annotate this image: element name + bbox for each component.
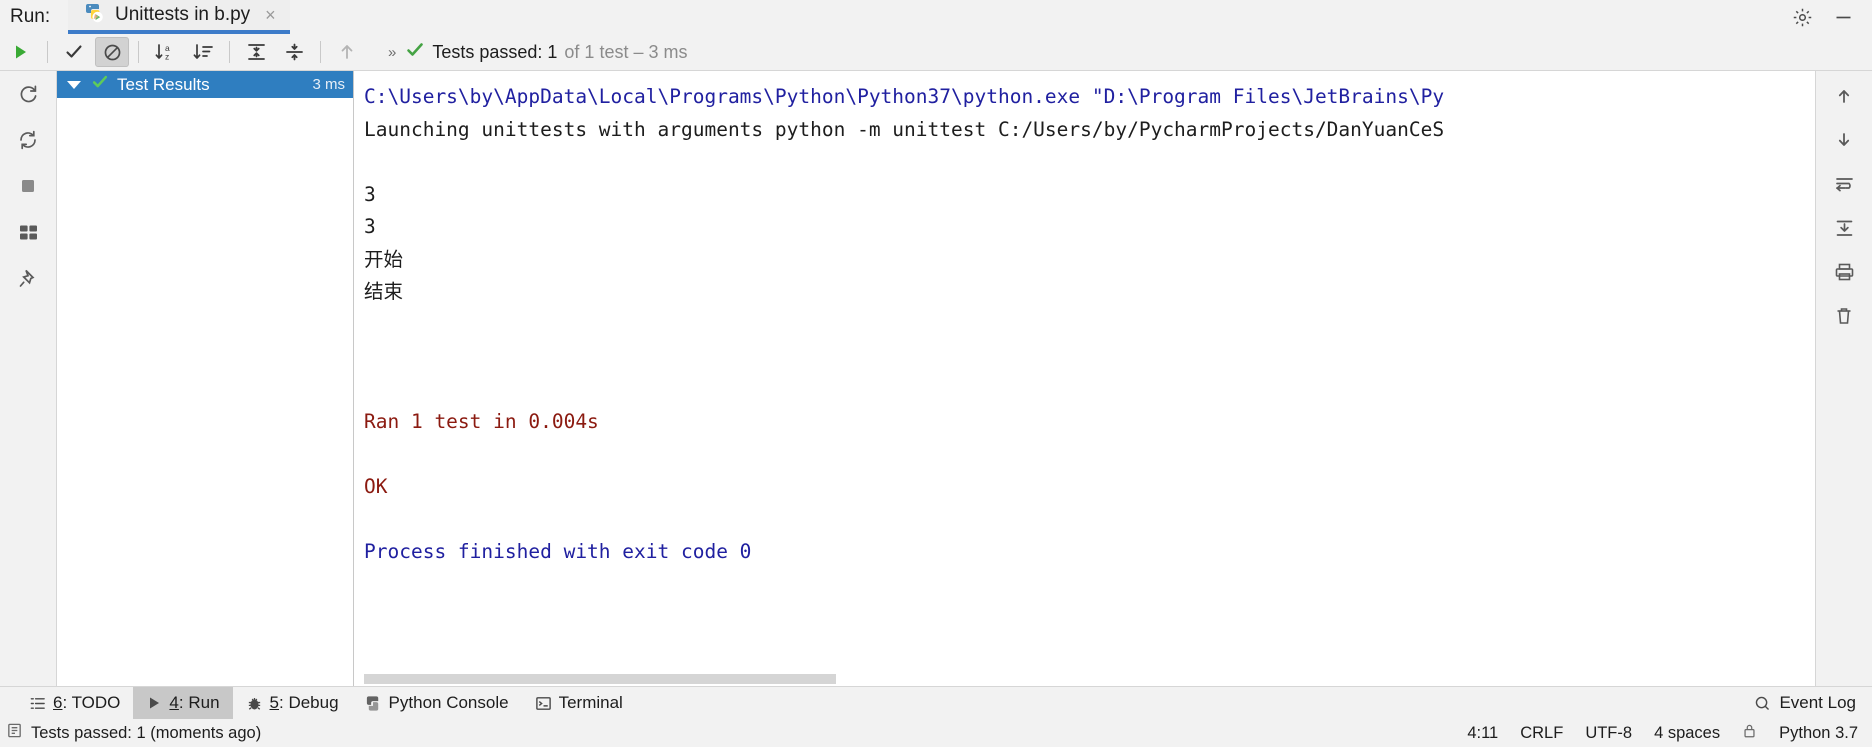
toolbar-separator xyxy=(138,41,139,63)
tab-label: Unittests in b.py xyxy=(115,4,251,25)
console-line: 3 xyxy=(364,182,376,206)
run-play-icon xyxy=(146,695,162,711)
python-interpreter[interactable]: Python 3.7 xyxy=(1779,724,1858,743)
tool-window-label: 5: Debug xyxy=(269,693,339,712)
left-action-rail xyxy=(0,71,57,686)
toolbar-separator xyxy=(229,41,230,63)
pycharm-run-tool-window: Run: Unittests in b.py × a z » Tests pas… xyxy=(0,0,1872,747)
test-status-detail: of 1 test – 3 ms xyxy=(564,41,688,62)
collapse-all-button[interactable] xyxy=(277,37,311,67)
status-indicators: 4:11 CRLF UTF-8 4 spaces Python 3.7 xyxy=(1467,723,1858,744)
stop-icon[interactable] xyxy=(11,171,45,201)
clear-all-icon[interactable] xyxy=(1827,301,1861,331)
file-encoding[interactable]: UTF-8 xyxy=(1585,724,1632,743)
caret-position[interactable]: 4:11 xyxy=(1467,724,1498,743)
console-line: 结束 xyxy=(364,280,404,303)
sort-alphabetically-button[interactable]: a z xyxy=(148,37,182,67)
bottom-tab-run[interactable]: 4: Run xyxy=(133,687,233,719)
debug-bug-icon xyxy=(246,695,263,712)
tool-window-bar-spacer xyxy=(636,687,1755,719)
previous-failed-test-button[interactable] xyxy=(330,37,364,67)
tool-window-label: Terminal xyxy=(558,693,623,712)
bottom-tab-python-console[interactable]: Python Console xyxy=(352,687,522,719)
run-main-area: Test Results 3 ms C:\Users\by\AppData\Lo… xyxy=(0,71,1872,686)
event-log-label: Event Log xyxy=(1779,693,1856,712)
sort-by-duration-button[interactable] xyxy=(186,37,220,67)
console-line: Process finished with exit code 0 xyxy=(364,540,752,563)
console-output[interactable]: C:\Users\by\AppData\Local\Programs\Pytho… xyxy=(354,71,1815,686)
todo-list-icon xyxy=(29,695,46,712)
lock-icon[interactable] xyxy=(1742,723,1757,744)
close-icon[interactable]: × xyxy=(259,6,276,24)
minimize-icon[interactable] xyxy=(1833,7,1854,28)
event-log-icon xyxy=(1754,695,1771,712)
toggle-auto-test-icon[interactable] xyxy=(11,125,45,155)
indent-setting[interactable]: 4 spaces xyxy=(1654,724,1720,743)
tree-node-duration: 3 ms xyxy=(312,76,345,93)
titlebar-spacer xyxy=(290,0,1792,34)
soft-wrap-icon[interactable] xyxy=(1827,169,1861,199)
console-line: C:\Users\by\AppData\Local\Programs\Pytho… xyxy=(364,85,1445,108)
console-line: OK xyxy=(364,475,388,498)
console-action-rail xyxy=(1815,71,1872,686)
line-separator[interactable]: CRLF xyxy=(1520,724,1563,743)
run-titlebar: Run: Unittests in b.py × xyxy=(0,0,1872,34)
terminal-icon xyxy=(535,695,552,712)
layout-icon[interactable] xyxy=(11,217,45,247)
python-test-icon xyxy=(84,2,106,29)
console-line: Ran 1 test in 0.004s xyxy=(364,410,599,433)
event-log-button[interactable]: Event Log xyxy=(1754,687,1872,719)
toolbar-overflow-icon[interactable]: » xyxy=(366,44,405,61)
test-results-tree[interactable]: Test Results 3 ms xyxy=(57,71,354,686)
tool-window-label: 4: Run xyxy=(169,693,220,712)
horizontal-scrollbar[interactable] xyxy=(364,674,836,684)
print-icon[interactable] xyxy=(1827,257,1861,287)
notification-icon[interactable] xyxy=(6,722,23,744)
tab-unittests-in-b-py[interactable]: Unittests in b.py × xyxy=(68,0,290,34)
console-line: 3 xyxy=(364,215,376,238)
expand-all-button[interactable] xyxy=(239,37,273,67)
status-bar: Tests passed: 1 (moments ago) 4:11 CRLF … xyxy=(0,719,1872,747)
scroll-up-icon[interactable] xyxy=(1827,81,1861,111)
status-message: Tests passed: 1 (moments ago) xyxy=(31,723,262,742)
status-message-group: Tests passed: 1 (moments ago) xyxy=(6,722,261,744)
test-status-main: Tests passed: 1 xyxy=(432,41,558,62)
show-ignored-button[interactable] xyxy=(95,37,129,67)
bottom-tab-todo[interactable]: 6: TODO xyxy=(16,687,133,719)
gear-icon[interactable] xyxy=(1792,7,1813,28)
bottom-tab-debug[interactable]: 5: Debug xyxy=(233,687,352,719)
toolbar-separator xyxy=(320,41,321,63)
svg-text:z: z xyxy=(165,52,169,62)
show-passed-button[interactable] xyxy=(57,37,91,67)
tree-node-label: Test Results xyxy=(117,74,210,94)
rerun-failed-icon[interactable] xyxy=(11,79,45,109)
green-check-icon xyxy=(91,73,109,96)
tool-window-bar: 6: TODO 4: Run 5: Debug Python Console Termi… xyxy=(0,686,1872,719)
bottom-tab-terminal[interactable]: Terminal xyxy=(522,687,636,719)
pin-tab-icon[interactable] xyxy=(11,263,45,293)
green-check-icon xyxy=(405,40,425,65)
scroll-down-icon[interactable] xyxy=(1827,125,1861,155)
toolbar-separator xyxy=(47,41,48,63)
titlebar-actions xyxy=(1792,0,1872,34)
tree-row-test-results[interactable]: Test Results 3 ms xyxy=(57,71,353,98)
test-status: Tests passed: 1 of 1 test – 3 ms xyxy=(405,40,687,65)
chevron-down-icon[interactable] xyxy=(67,80,81,89)
console-line: Launching unittests with arguments pytho… xyxy=(364,117,1445,141)
scroll-to-end-icon[interactable] xyxy=(1827,213,1861,243)
rerun-button[interactable] xyxy=(4,37,38,67)
run-toolbar: a z » Tests passed: 1 of 1 test – 3 ms xyxy=(0,34,1872,71)
python-icon xyxy=(365,695,382,712)
run-window-label: Run: xyxy=(0,0,68,34)
tool-window-label: Python Console xyxy=(388,693,509,712)
console-line: 开始 xyxy=(364,247,404,271)
tool-window-label: 6: TODO xyxy=(53,693,121,712)
